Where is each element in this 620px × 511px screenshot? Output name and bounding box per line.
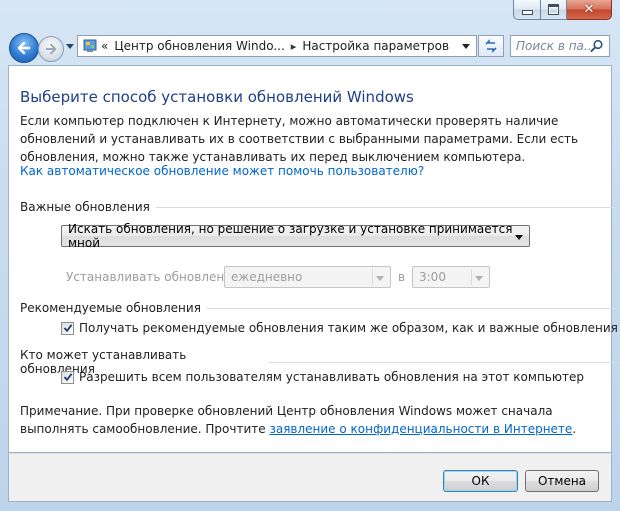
back-button[interactable] [9, 33, 39, 63]
install-schedule-label: Устанавливать обновления: [66, 270, 244, 284]
window-controls: ✕ [513, 0, 612, 20]
search-icon[interactable] [590, 39, 604, 56]
breadcrumb-separator-icon[interactable]: ▸ [291, 40, 297, 53]
checkmark-icon [63, 324, 72, 333]
install-day-value: ежедневно [231, 270, 303, 284]
breadcrumb-settings[interactable]: Настройка параметров [302, 39, 449, 53]
recommended-checkbox[interactable] [61, 321, 74, 335]
button-bar [8, 453, 612, 502]
combo-separator [471, 269, 472, 285]
maximize-icon [548, 4, 559, 15]
section-divider [268, 361, 620, 363]
recommended-checkbox-row[interactable]: Получать рекомендуемые обновления таким … [61, 321, 618, 335]
all-users-checkbox-label[interactable]: Разрешить всем пользователям устанавлива… [79, 370, 584, 384]
all-users-checkbox-row[interactable]: Разрешить всем пользователям устанавлива… [61, 370, 584, 384]
ok-button[interactable]: ОК [443, 470, 518, 492]
refresh-button[interactable] [478, 35, 504, 57]
refresh-icon [485, 39, 497, 53]
chevron-down-icon [515, 235, 523, 240]
address-overflow-chevron[interactable]: « [101, 39, 108, 53]
privacy-statement-link[interactable]: заявление о конфиденциальности в Интерне… [269, 422, 572, 436]
at-label: в [398, 270, 406, 284]
search-input[interactable]: Поиск в па... [516, 39, 595, 53]
help-link[interactable]: Как автоматическое обновление может помо… [20, 164, 424, 178]
combo-separator [372, 269, 373, 285]
important-updates-section: Важные обновления [20, 200, 616, 214]
description-text: Если компьютер подключен к Интернету, мо… [20, 114, 579, 164]
update-mode-select[interactable]: Искать обновления, но решение о загрузке… [61, 222, 530, 250]
recommended-updates-section: Рекомендуемые обновления [20, 301, 617, 315]
close-icon: ✕ [583, 2, 595, 17]
arrow-left-icon [17, 41, 31, 55]
install-time-select[interactable]: 3:00 [412, 266, 490, 288]
cancel-button[interactable]: Отмена [525, 470, 599, 492]
section-divider [155, 206, 616, 208]
recommended-updates-heading: Рекомендуемые обновления [20, 301, 201, 315]
search-field[interactable]: Поиск в па... [510, 35, 610, 57]
privacy-note-end: . [572, 422, 577, 436]
address-bar[interactable]: « Центр обновления Windo... ▸ Настройка … [77, 35, 477, 57]
arrow-right-icon [45, 43, 57, 55]
chevron-down-icon [475, 276, 483, 281]
privacy-note: Примечание. При проверке обновлений Цент… [20, 402, 580, 438]
breadcrumb-windows-update[interactable]: Центр обновления Windo... [114, 39, 284, 53]
section-divider [206, 307, 617, 309]
install-time-value: 3:00 [419, 270, 446, 284]
close-button[interactable]: ✕ [567, 0, 612, 20]
recent-pages-dropdown[interactable] [66, 44, 74, 49]
minimize-icon [521, 10, 533, 15]
update-mode-value: Искать обновления, но решение о загрузке… [68, 222, 513, 250]
important-updates-heading: Важные обновления [20, 200, 150, 214]
page-title: Выберите способ установки обновлений Win… [20, 88, 414, 106]
checkmark-icon [63, 373, 72, 382]
control-panel-icon [83, 39, 97, 53]
recommended-checkbox-label[interactable]: Получать рекомендуемые обновления таким … [79, 321, 618, 335]
address-dropdown-icon[interactable] [462, 44, 470, 49]
all-users-checkbox[interactable] [61, 370, 74, 384]
forward-button[interactable] [38, 36, 64, 62]
install-day-select[interactable]: ежедневно [224, 266, 391, 288]
minimize-button[interactable] [513, 0, 541, 20]
chevron-down-icon [376, 276, 384, 281]
maximize-button[interactable] [541, 0, 567, 20]
